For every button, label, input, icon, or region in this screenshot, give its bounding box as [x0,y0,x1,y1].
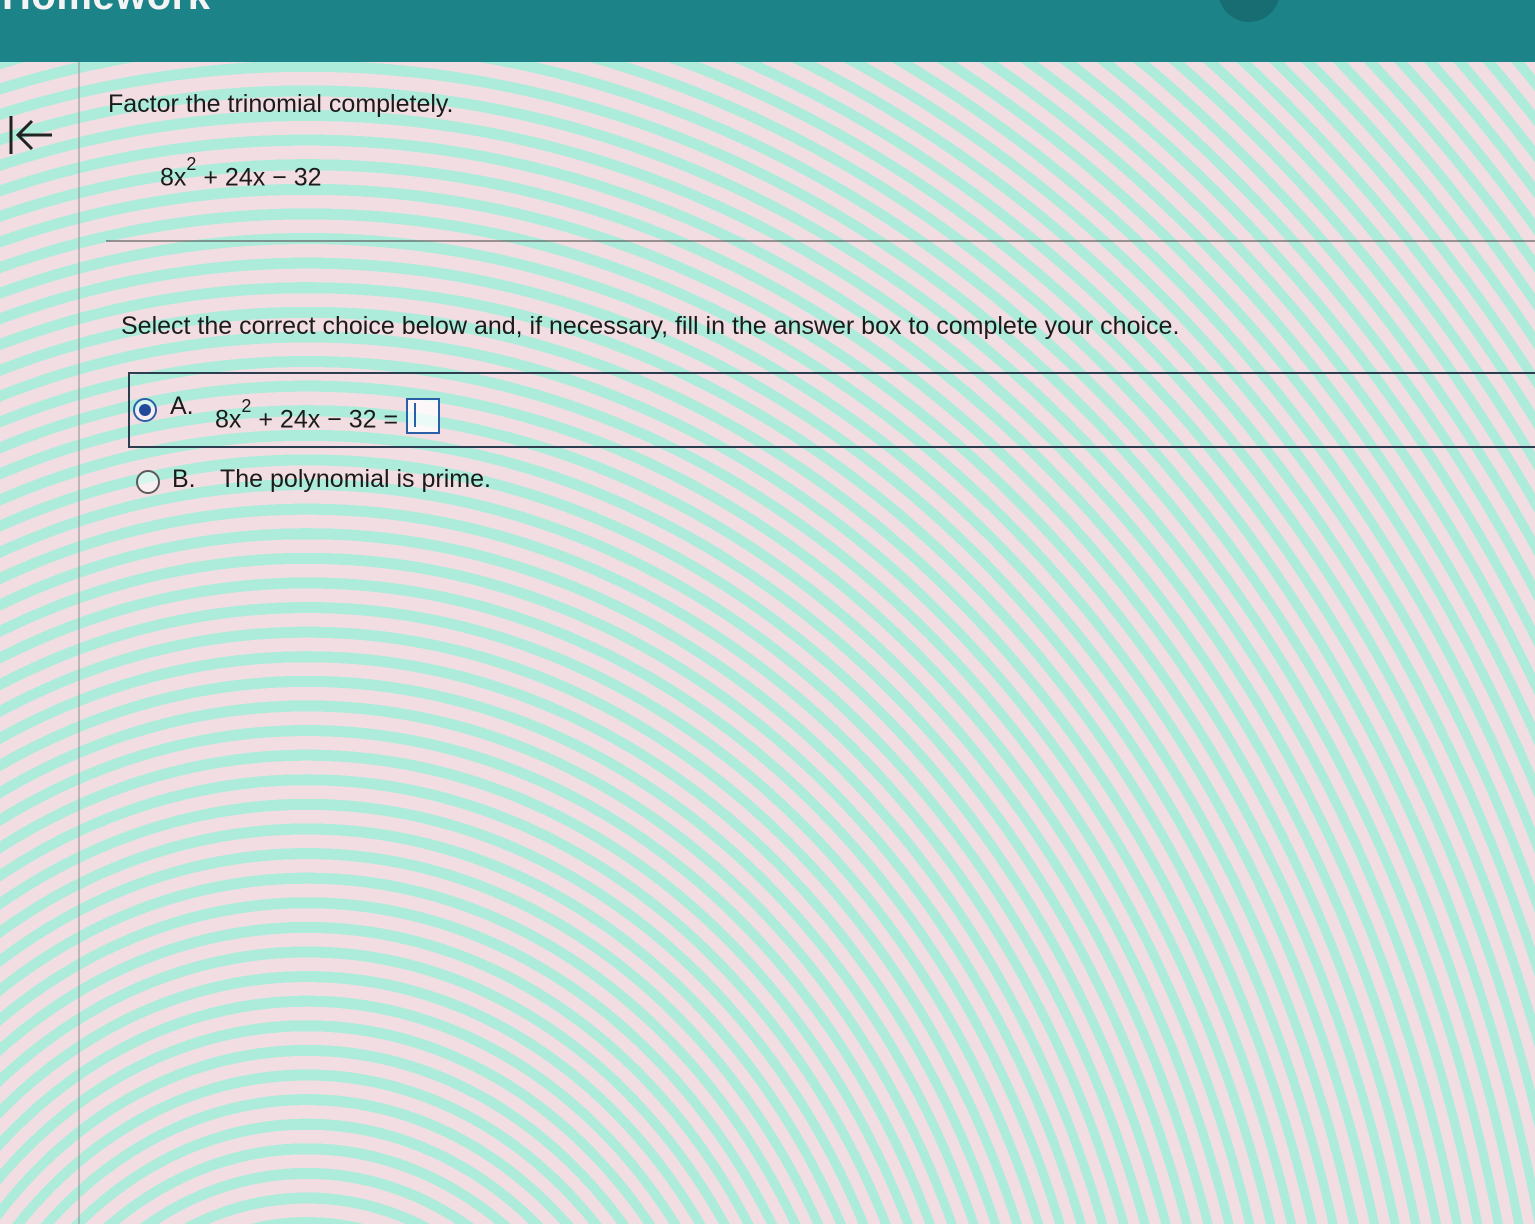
choice-a-expression: 8x2 + 24x − 32 = [215,396,399,434]
section-divider [106,240,1535,242]
left-rail-divider [78,62,80,1224]
choice-b-text: The polynomial is prime. [220,465,491,493]
answer-text-cursor [414,403,416,427]
expression-exponent: 2 [186,154,197,174]
answer-input-box[interactable] [406,398,440,434]
expression-coef: 8x [160,163,187,192]
choice-a-coef: 8x [215,405,242,434]
header-title: Homework [2,0,211,19]
choice-a-letter: A. [170,392,194,420]
question-page [0,62,1535,1224]
header-circle-button[interactable] [1218,0,1280,22]
choice-a-radio[interactable] [133,398,157,422]
question-expression: 8x2 + 24x − 32 [160,154,322,192]
expression-rest: + 24x − 32 [196,163,322,192]
choice-a-rest: + 24x − 32 = [251,405,399,434]
instruction-text: Select the correct choice below and, if … [121,312,1180,340]
choice-b-radio[interactable] [136,470,160,494]
choice-a-exponent: 2 [241,396,252,416]
choice-b-letter: B. [172,465,196,493]
back-to-start-arrow-icon[interactable] [6,110,56,160]
question-prompt: Factor the trinomial completely. [108,90,454,118]
top-bar: Homework [0,0,1535,62]
